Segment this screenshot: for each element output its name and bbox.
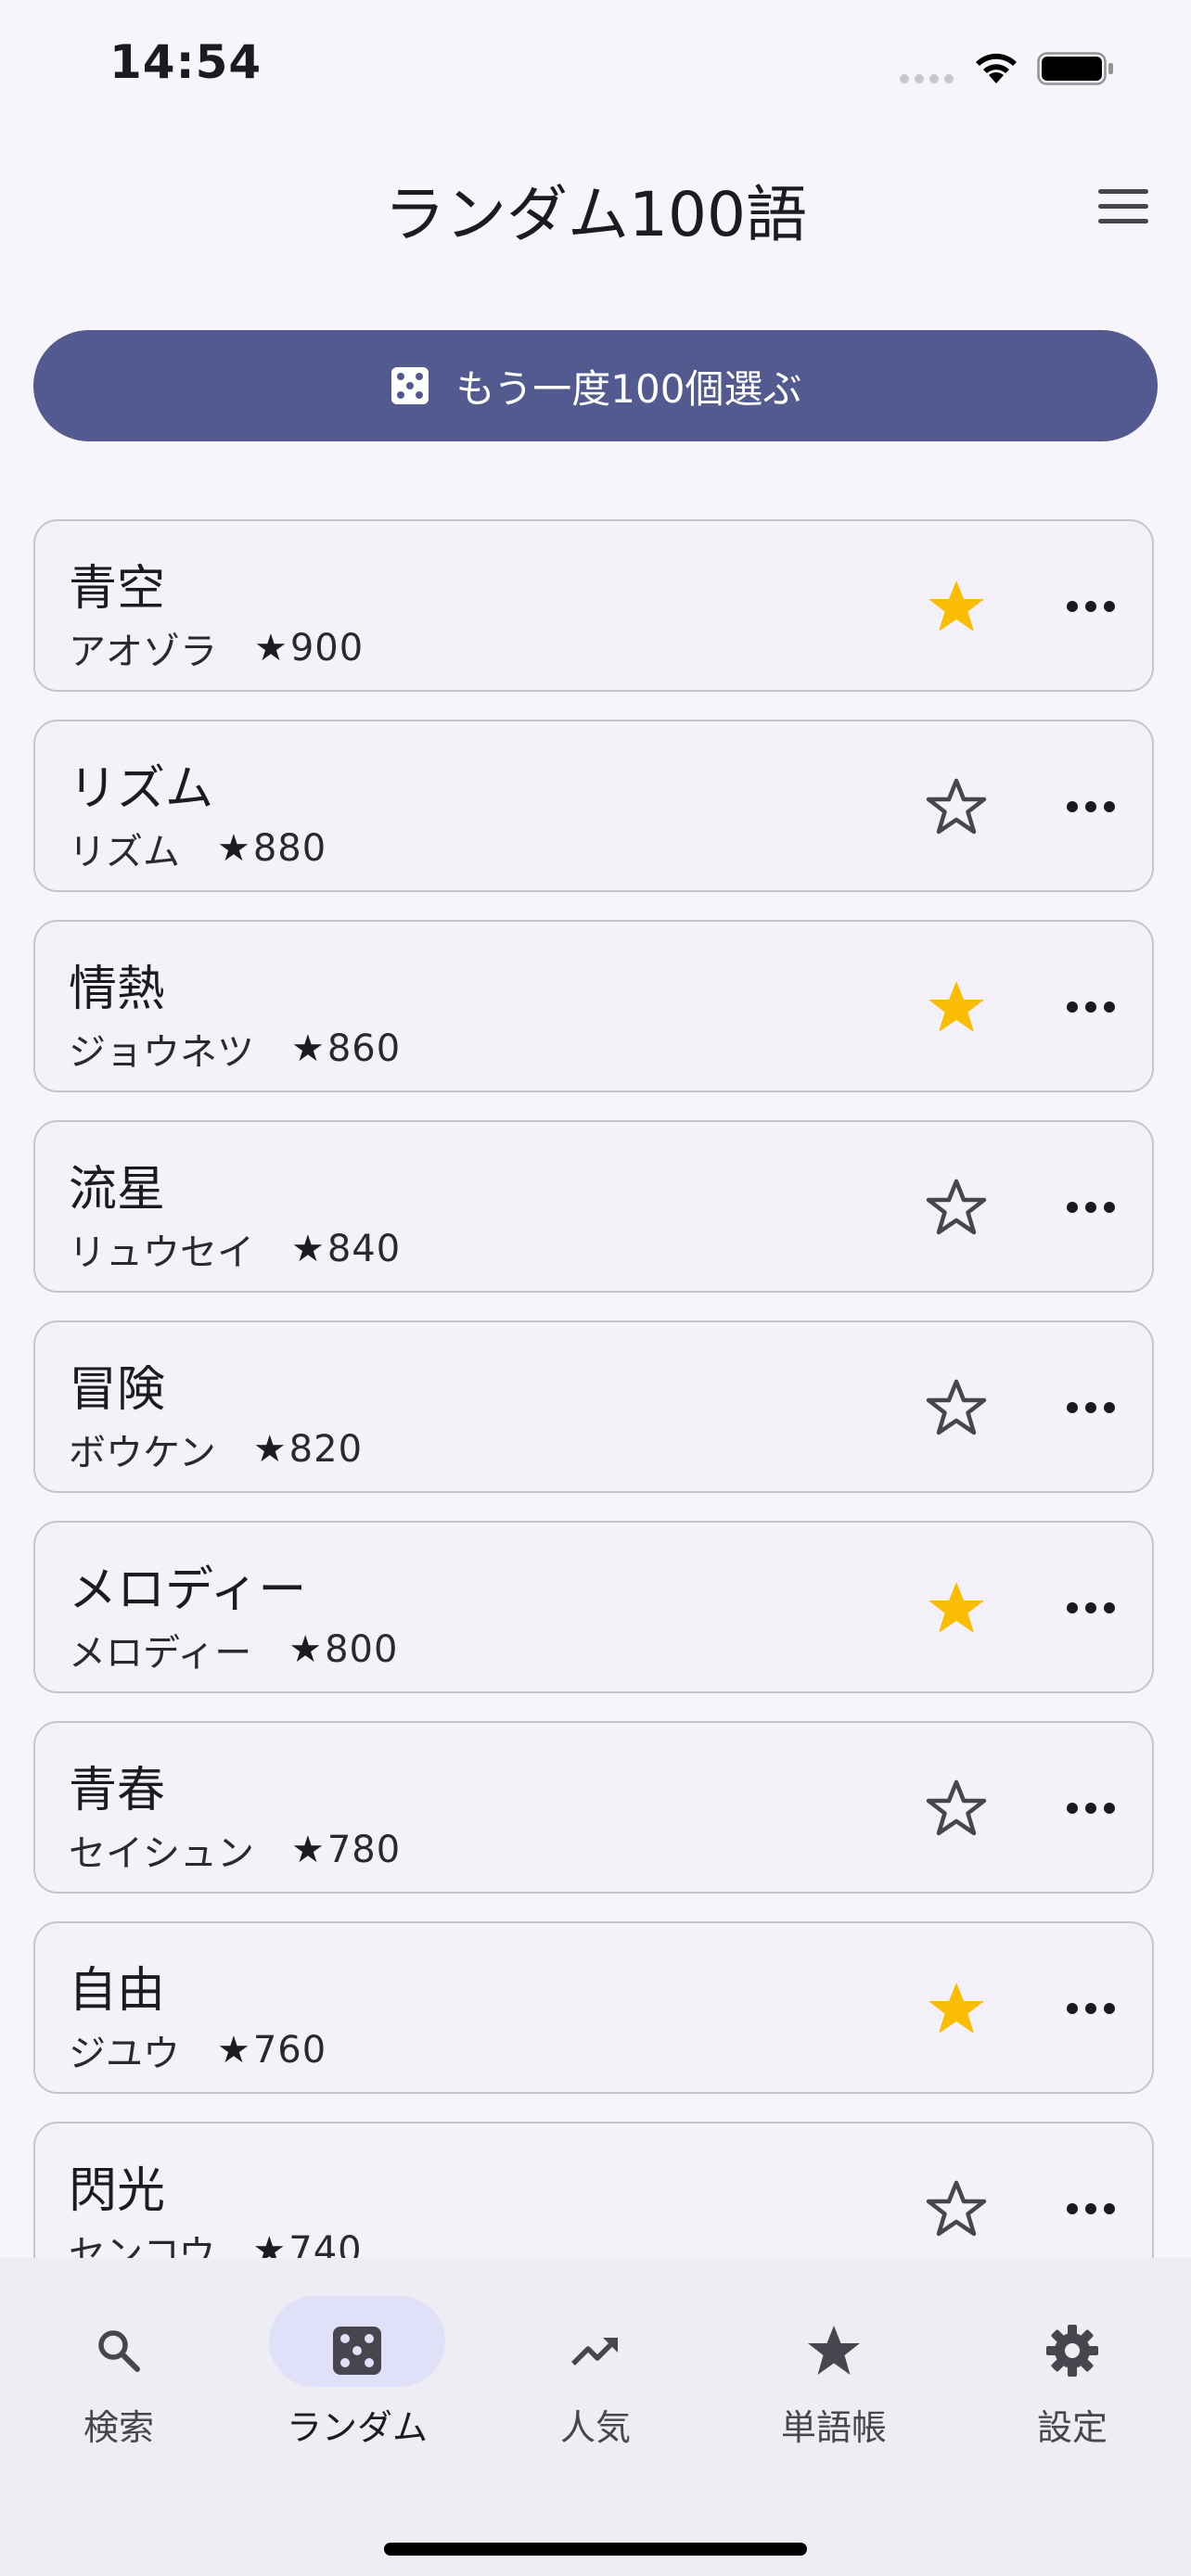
star-filled-icon[interactable] — [926, 1578, 987, 1639]
word-card[interactable]: 冒険ボウケン ★ 820 — [33, 1320, 1154, 1493]
word-score: ★ 820 — [253, 1428, 363, 1471]
word-card[interactable]: 閃光センコウ ★ 740 — [33, 2122, 1154, 2258]
score-value: 780 — [327, 1829, 402, 1871]
word-meta: アオゾラ ★ 900 — [69, 621, 364, 675]
word-title: 青空 — [69, 561, 166, 617]
word-meta: ジユウ ★ 760 — [69, 2023, 327, 2077]
score-value: 740 — [288, 2229, 363, 2258]
score-value: 760 — [252, 2029, 327, 2072]
word-card[interactable]: 自由ジユウ ★ 760 — [33, 1921, 1154, 2094]
score-star-icon: ★ — [291, 1228, 326, 1270]
word-title: 冒険 — [69, 1362, 166, 1418]
word-score: ★ 800 — [288, 1628, 398, 1671]
nav-item-settings[interactable]: 設定 — [980, 2295, 1165, 2471]
word-title: 閃光 — [69, 2163, 166, 2219]
score-value: 820 — [288, 1428, 364, 1471]
score-star-icon: ★ — [254, 627, 288, 670]
search-icon — [98, 2330, 140, 2372]
more-options-icon[interactable] — [1065, 796, 1117, 818]
word-title: 流星 — [69, 1162, 166, 1218]
bottom-navigation: 検索 ランダム 人気 単語帳 設定 — [0, 2258, 1191, 2576]
word-score: ★ 880 — [217, 827, 327, 870]
nav-item-search[interactable]: 検索 — [26, 2295, 211, 2471]
nav-item-random[interactable]: ランダム — [264, 2295, 450, 2471]
word-meta: リズム ★ 880 — [69, 822, 327, 875]
nav-label: 検索 — [83, 2407, 154, 2448]
word-reading: アオゾラ — [69, 631, 217, 673]
word-list[interactable]: 青空 アオゾラ ★ 900 リズム リズム ★ 880 情熱 ジョウネツ ★ 860 流星 リュウセイ ★ 8… — [0, 0, 1191, 2258]
word-card[interactable]: 情熱ジョウネツ ★ 860 — [33, 920, 1154, 1092]
word-title: 青春 — [69, 1763, 166, 1818]
nav-item-popular[interactable]: 人気 — [503, 2295, 688, 2471]
word-title: リズム — [69, 761, 214, 817]
word-meta: ジョウネツ ★ 860 — [69, 1022, 401, 1076]
score-star-icon: ★ — [291, 1027, 326, 1070]
trending-up-icon — [571, 2338, 618, 2366]
score-value: 800 — [325, 1628, 399, 1671]
score-star-icon: ★ — [217, 827, 251, 870]
word-reading: ボウケン — [69, 1432, 216, 1474]
nav-item-wordbook[interactable]: 単語帳 — [741, 2295, 927, 2471]
nav-label: 設定 — [1036, 2407, 1108, 2448]
word-title: メロディー — [69, 1562, 307, 1618]
word-card[interactable]: リズム リズム ★ 880 — [33, 720, 1154, 892]
more-options-icon[interactable] — [1065, 1997, 1117, 2020]
gear-icon — [1046, 2325, 1098, 2377]
score-value: 840 — [327, 1228, 402, 1270]
score-value: 860 — [327, 1027, 402, 1070]
star-filled-icon[interactable] — [926, 1979, 987, 2040]
word-meta: リュウセイ ★ 840 — [69, 1222, 401, 1276]
score-value: 900 — [289, 627, 365, 670]
word-meta: メロディー ★ 800 — [69, 1623, 398, 1677]
word-card[interactable]: 流星リュウセイ ★ 840 — [33, 1120, 1154, 1293]
word-reading: リズム — [69, 831, 180, 874]
star-outline-icon[interactable] — [926, 1378, 987, 1439]
nav-label: ランダム — [286, 2407, 428, 2448]
nav-label: 人気 — [559, 2407, 631, 2448]
word-score: ★ 900 — [254, 627, 364, 670]
score-value: 880 — [252, 827, 327, 870]
home-indicator — [384, 2543, 807, 2556]
word-meta: ボウケン ★ 820 — [69, 1422, 363, 1476]
word-score: ★ 740 — [252, 2229, 362, 2258]
word-card[interactable]: 青空アオゾラ ★ 900 — [33, 519, 1154, 692]
word-score: ★ 860 — [291, 1027, 401, 1070]
star-outline-icon[interactable] — [926, 777, 987, 838]
score-star-icon: ★ — [288, 1628, 324, 1671]
word-reading: リュウセイ — [69, 1231, 254, 1274]
word-score: ★ 840 — [291, 1228, 401, 1270]
word-reading: セイシュン — [69, 1832, 254, 1875]
word-card[interactable]: 青春セイシュン ★ 780 — [33, 1721, 1154, 1894]
score-star-icon: ★ — [217, 2029, 251, 2072]
word-card[interactable]: メロディー メロディー ★ 800 — [33, 1521, 1154, 1693]
word-title: 自由 — [69, 1963, 166, 2019]
word-reading: ジユウ — [69, 2033, 180, 2075]
more-options-icon[interactable] — [1065, 1396, 1117, 1419]
dice-icon — [333, 2327, 381, 2375]
star-filled-icon[interactable] — [926, 577, 987, 638]
word-score: ★ 760 — [217, 2029, 327, 2072]
score-star-icon: ★ — [252, 1428, 288, 1471]
word-reading: メロディー — [69, 1632, 252, 1675]
more-options-icon[interactable] — [1065, 1797, 1117, 1819]
more-options-icon[interactable] — [1065, 2198, 1117, 2220]
more-options-icon[interactable] — [1065, 1597, 1117, 1619]
word-title: 情熱 — [69, 962, 166, 1017]
score-star-icon: ★ — [291, 1829, 326, 1871]
star-filled-icon[interactable] — [926, 977, 987, 1039]
star-icon — [808, 2326, 860, 2375]
star-outline-icon[interactable] — [926, 2179, 987, 2240]
nav-label: 単語帳 — [780, 2407, 887, 2448]
word-reading: センコウ — [69, 2233, 216, 2258]
star-outline-icon[interactable] — [926, 1779, 987, 1840]
more-options-icon[interactable] — [1065, 1196, 1117, 1218]
word-score: ★ 780 — [291, 1829, 401, 1871]
word-meta: センコウ ★ 740 — [69, 2224, 363, 2258]
star-outline-icon[interactable] — [926, 1178, 987, 1239]
word-meta: セイシュン ★ 780 — [69, 1823, 401, 1877]
more-options-icon[interactable] — [1065, 595, 1117, 618]
word-reading: ジョウネツ — [69, 1031, 254, 1074]
more-options-icon[interactable] — [1065, 996, 1117, 1018]
score-star-icon: ★ — [252, 2229, 288, 2258]
